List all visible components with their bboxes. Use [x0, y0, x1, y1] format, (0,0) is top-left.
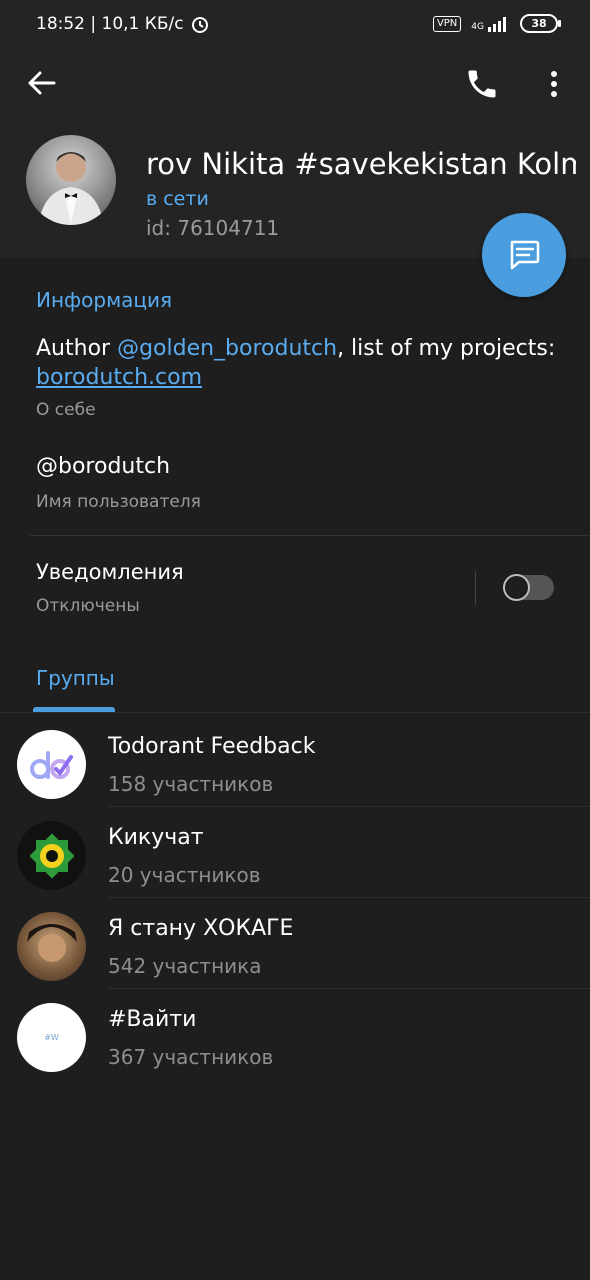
message-icon — [510, 240, 540, 270]
info-section-title: Информация — [36, 288, 173, 312]
bio-website-link[interactable]: borodutch.com — [36, 365, 202, 390]
battery-level: 38 — [531, 17, 547, 30]
group-title: #Вайти — [108, 1007, 197, 1032]
group-members: 158 участников — [108, 772, 274, 796]
group-avatar-hokage — [17, 912, 86, 981]
network-indicator: 4G — [471, 16, 510, 32]
group-avatar-kikuchat — [17, 821, 86, 890]
list-item-group[interactable]: Я стану ХОКАГЕ 542 участника — [0, 898, 590, 989]
group-avatar-vayti: #W — [17, 1003, 86, 1072]
status-right: VPN 4G 38 — [432, 14, 561, 33]
list-item-group[interactable]: Кикучат 20 участников — [0, 807, 590, 898]
alarm-clock-icon — [191, 17, 208, 33]
vpn-indicator: VPN — [432, 15, 462, 32]
notifications-status: Отключены — [36, 596, 140, 616]
toggle-knob — [503, 574, 530, 601]
kiku-emblem-icon — [28, 832, 75, 879]
group-title: Кикучат — [108, 825, 204, 850]
bio-middle: , list of my projects: — [337, 336, 556, 361]
status-bar: 18:52 | 10,1 КБ/с VPN 4G 38 — [0, 0, 590, 50]
more-options-button[interactable] — [540, 66, 568, 102]
status-left: 18:52 | 10,1 КБ/с — [36, 14, 210, 34]
username-caption: Имя пользователя — [36, 492, 201, 512]
group-members: 20 участников — [108, 863, 261, 887]
send-message-button[interactable] — [482, 213, 566, 297]
user-id: id: 76104711 — [146, 216, 280, 240]
list-item-group[interactable]: Todorant Feedback 158 участников — [0, 716, 590, 807]
group-members: 367 участников — [108, 1045, 274, 1069]
more-vertical-icon — [551, 71, 557, 97]
group-title: Todorant Feedback — [108, 734, 316, 759]
bio-mention-link[interactable]: @golden_borodutch — [117, 336, 337, 361]
bio-caption: О себе — [36, 400, 96, 420]
notifications-separator — [475, 571, 476, 605]
signal-icon — [488, 16, 506, 32]
status-time-speed: 18:52 | 10,1 КБ/с — [36, 14, 184, 34]
online-status: в сети — [146, 188, 209, 210]
bio-text: Author @golden_borodutch, list of my pro… — [36, 334, 556, 392]
notifications-title[interactable]: Уведомления — [36, 560, 184, 584]
back-button[interactable] — [22, 68, 62, 98]
profile-photo — [38, 152, 104, 225]
username[interactable]: @borodutch — [36, 454, 170, 479]
tab-groups[interactable]: Группы — [36, 666, 115, 690]
group-title: Я стану ХОКАГЕ — [108, 916, 294, 941]
arrow-left-icon — [28, 71, 56, 95]
group-members: 542 участника — [108, 954, 262, 978]
info-divider — [30, 535, 590, 536]
battery-indicator: 38 — [520, 14, 561, 33]
hokage-photo — [27, 924, 77, 962]
todorant-logo-icon — [29, 750, 73, 779]
call-button[interactable] — [464, 66, 500, 102]
group-avatar-todorant — [17, 730, 86, 799]
phone-icon — [468, 70, 496, 98]
network-type-label: 4G — [471, 21, 484, 32]
bio-author: Author — [36, 336, 118, 361]
list-item-group[interactable]: #W #Вайти 367 участников — [0, 989, 590, 1080]
tab-underline — [0, 712, 590, 713]
profile-name: rov Nikita #savekekistan Kolm — [146, 147, 576, 181]
profile-avatar[interactable] — [26, 135, 116, 225]
vayti-avatar-text: #W — [44, 1033, 59, 1042]
notifications-toggle[interactable] — [503, 574, 554, 601]
